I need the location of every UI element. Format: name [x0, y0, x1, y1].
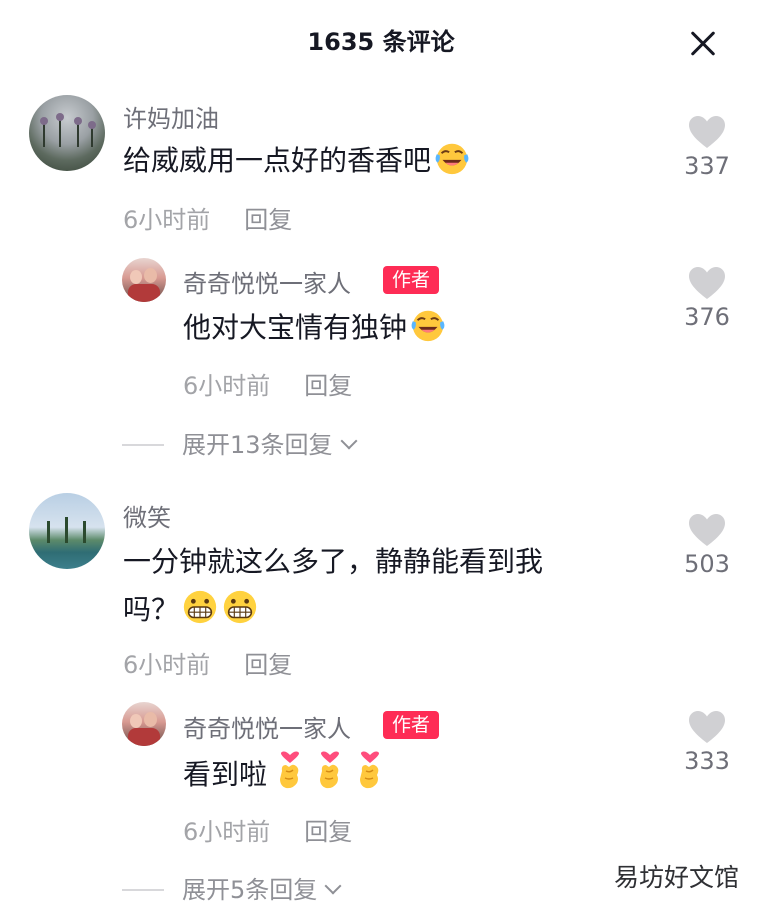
laughing-crying-emoji-icon	[409, 306, 447, 344]
like-button[interactable]: 333	[677, 709, 737, 775]
avatar[interactable]	[29, 493, 105, 569]
heart-icon	[687, 265, 727, 301]
like-count: 376	[684, 303, 730, 331]
comment-text-body: 吗？	[123, 593, 180, 626]
laughing-crying-emoji-icon	[433, 139, 471, 177]
reply-button[interactable]: 回复	[244, 651, 292, 679]
chevron-down-icon	[340, 432, 358, 450]
reply-button[interactable]: 回复	[244, 206, 292, 234]
author-badge: 作者	[383, 711, 440, 739]
reply-button[interactable]: 回复	[304, 818, 352, 846]
like-button[interactable]: 503	[677, 512, 737, 578]
reply-username[interactable]: 奇奇悦悦一家人	[183, 709, 351, 744]
like-button[interactable]: 337	[677, 114, 737, 180]
avatar[interactable]	[29, 95, 105, 171]
expand-replies-button[interactable]: 展开5条回复	[122, 870, 342, 905]
like-count: 333	[684, 747, 730, 775]
watermark: 易坊好文馆	[614, 863, 740, 892]
reply-time: 6小时前	[183, 818, 271, 846]
expand-replies-button[interactable]: 展开13条回复	[122, 425, 358, 460]
comment-meta: 6小时前 回复	[123, 645, 292, 680]
like-button[interactable]: 376	[677, 265, 737, 331]
comment-text-line2: 吗？	[123, 587, 259, 633]
reply-text: 他对大宝情有独钟	[183, 305, 447, 351]
reply-text: 看到啦	[183, 751, 385, 798]
reply-meta: 6小时前 回复	[183, 366, 352, 401]
reply-meta: 6小时前 回复	[183, 812, 352, 847]
comment-text-line1: 一分钟就这么多了，静静能看到我	[123, 545, 544, 578]
author-avatar[interactable]	[122, 702, 166, 746]
finger-heart-emoji-icon	[275, 751, 305, 791]
comment-username[interactable]: 许妈加油	[123, 99, 219, 134]
comment-count-title: 1635 条评论	[307, 28, 455, 56]
comment-time: 6小时前	[123, 206, 211, 234]
comments-header: 1635 条评论	[0, 0, 762, 80]
like-count: 503	[684, 550, 730, 578]
finger-heart-emoji-icon	[355, 751, 385, 791]
reply-time: 6小时前	[183, 372, 271, 400]
comment-meta: 6小时前 回复	[123, 200, 292, 235]
finger-heart-emoji-icon	[315, 751, 345, 791]
divider-line	[122, 444, 164, 446]
expand-replies-label: 展开5条回复	[182, 876, 318, 904]
comment-time: 6小时前	[123, 651, 211, 679]
heart-icon	[687, 114, 727, 150]
author-badge: 作者	[383, 266, 440, 294]
reply-text-body: 他对大宝情有独钟	[183, 311, 408, 344]
divider-line	[122, 889, 164, 891]
reply-button[interactable]: 回复	[304, 372, 352, 400]
reply-username[interactable]: 奇奇悦悦一家人	[183, 264, 351, 299]
expand-replies-label: 展开13条回复	[182, 431, 333, 459]
chevron-down-icon	[324, 877, 342, 895]
comment-text: 给威威用一点好的香香吧	[123, 138, 471, 184]
heart-icon	[687, 512, 727, 548]
like-count: 337	[684, 152, 730, 180]
reply-text-body: 看到啦	[183, 758, 268, 791]
comment-username[interactable]: 微笑	[123, 498, 171, 533]
close-icon[interactable]	[686, 27, 720, 61]
author-avatar[interactable]	[122, 258, 166, 302]
grinning-emoji-icon	[221, 588, 259, 626]
grinning-emoji-icon	[181, 588, 219, 626]
comment-text-body: 给威威用一点好的香香吧	[123, 144, 432, 177]
heart-icon	[687, 709, 727, 745]
